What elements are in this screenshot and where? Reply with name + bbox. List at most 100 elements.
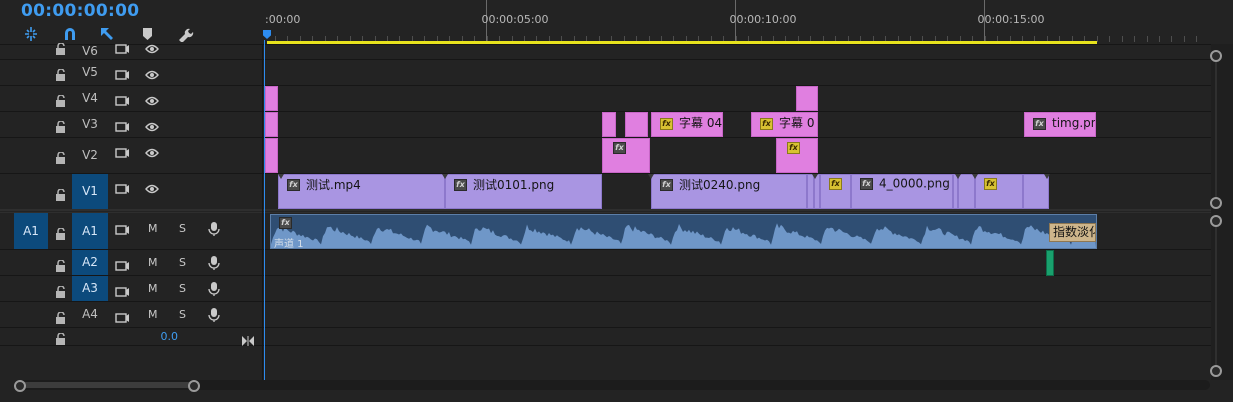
fx-badge: fx bbox=[829, 177, 842, 190]
image-clip[interactable]: fx 测试0101.png bbox=[445, 174, 602, 209]
video-scroll-knob-bottom[interactable] bbox=[1210, 197, 1222, 209]
graphic-clip[interactable] bbox=[602, 112, 616, 137]
solo-button[interactable]: S bbox=[179, 308, 186, 321]
toggle-sync-lock-icon[interactable] bbox=[115, 257, 129, 271]
zoom-knob-left[interactable] bbox=[14, 380, 26, 392]
lock-icon[interactable] bbox=[54, 283, 68, 298]
lock-icon[interactable] bbox=[54, 118, 68, 133]
image-clip[interactable]: fx 测试0240.png bbox=[651, 174, 807, 209]
track-header-master: 0.0 bbox=[0, 328, 263, 346]
go-to-end-icon[interactable] bbox=[242, 331, 254, 346]
graphic-clip[interactable] bbox=[625, 112, 648, 137]
graphic-clip[interactable] bbox=[265, 86, 278, 111]
fx-badge: fx bbox=[279, 217, 292, 229]
toggle-sync-lock-icon[interactable] bbox=[115, 144, 129, 158]
eye-visibility-icon[interactable] bbox=[145, 118, 159, 132]
lock-icon[interactable] bbox=[54, 186, 68, 201]
microphone-icon[interactable] bbox=[207, 281, 221, 296]
toggle-sync-lock-icon[interactable] bbox=[115, 221, 129, 235]
video-scrollbar-track[interactable] bbox=[1215, 60, 1217, 200]
track-label-a1[interactable]: A1 bbox=[72, 213, 108, 249]
zoom-knob-right[interactable] bbox=[188, 380, 200, 392]
ruler-label: 00:00:10:00 bbox=[729, 13, 797, 26]
solo-button[interactable]: S bbox=[179, 256, 186, 269]
track-label-v4[interactable]: V4 bbox=[72, 90, 108, 107]
toggle-sync-lock-icon[interactable] bbox=[115, 309, 129, 323]
audio-clip-small[interactable] bbox=[1046, 250, 1054, 276]
track-label-a2[interactable]: A2 bbox=[72, 250, 108, 275]
image-clip[interactable]: fx bbox=[820, 174, 851, 209]
lock-icon[interactable] bbox=[54, 92, 68, 107]
ruler-minor-tick bbox=[1159, 36, 1160, 42]
graphic-clip[interactable] bbox=[265, 138, 278, 173]
subtitle-clip[interactable]: fx 字幕 0 bbox=[751, 112, 818, 137]
track-label-v5[interactable]: V5 bbox=[72, 64, 108, 81]
toggle-sync-lock-icon[interactable] bbox=[115, 180, 129, 194]
video-scroll-knob-top[interactable] bbox=[1210, 50, 1222, 62]
mute-button[interactable]: M bbox=[148, 282, 158, 295]
audio-scrollbar-track[interactable] bbox=[1215, 225, 1217, 365]
audio-transition[interactable]: 指数淡化 bbox=[1049, 223, 1096, 242]
microphone-icon[interactable] bbox=[207, 255, 221, 270]
eye-visibility-icon[interactable] bbox=[145, 40, 159, 54]
solo-button[interactable]: S bbox=[179, 282, 186, 295]
image-clip[interactable]: fx 4_0000.png bbox=[851, 174, 953, 209]
track-label-v3[interactable]: V3 bbox=[72, 116, 108, 133]
track-label-a3[interactable]: A3 bbox=[72, 276, 108, 301]
lock-icon[interactable] bbox=[54, 330, 68, 345]
image-clip[interactable]: fx timg.png bbox=[1024, 112, 1096, 137]
graphic-clip[interactable]: fx bbox=[776, 138, 818, 173]
subtitle-clip[interactable]: fx 字幕 04 bbox=[651, 112, 723, 137]
graphic-clip[interactable]: fx bbox=[602, 138, 650, 173]
image-clip[interactable] bbox=[958, 174, 975, 209]
audio-scroll-knob-bottom[interactable] bbox=[1210, 365, 1222, 377]
clip-name: 字幕 04 bbox=[679, 116, 723, 130]
track-header-v5: V5 bbox=[0, 60, 263, 85]
mute-button[interactable]: M bbox=[148, 222, 158, 235]
lock-icon[interactable] bbox=[54, 309, 68, 324]
clip-name: 测试.mp4 bbox=[306, 178, 361, 192]
track-header-a3: A3 M S bbox=[0, 276, 263, 301]
graphic-clip[interactable] bbox=[796, 86, 818, 111]
horizontal-scroll-thumb[interactable] bbox=[20, 382, 194, 388]
track-header-v1: V1 bbox=[0, 174, 263, 209]
eye-visibility-icon[interactable] bbox=[145, 144, 159, 158]
graphic-clip[interactable] bbox=[265, 112, 278, 137]
mute-button[interactable]: M bbox=[148, 256, 158, 269]
track-label-v1[interactable]: V1 bbox=[72, 174, 108, 209]
toggle-sync-lock-icon[interactable] bbox=[115, 40, 129, 54]
ruler-minor-tick bbox=[1147, 36, 1148, 42]
clip-name: 4_0000.png bbox=[879, 176, 950, 191]
track-label-v6[interactable]: V6 bbox=[72, 43, 108, 59]
solo-button[interactable]: S bbox=[179, 222, 186, 235]
eye-visibility-icon[interactable] bbox=[145, 66, 159, 80]
track-label-a4[interactable]: A4 bbox=[72, 306, 108, 323]
eye-visibility-icon[interactable] bbox=[145, 92, 159, 106]
lock-icon[interactable] bbox=[54, 149, 68, 164]
eye-visibility-icon[interactable] bbox=[145, 180, 159, 194]
source-patch-a1[interactable]: A1 bbox=[14, 213, 48, 249]
lock-icon[interactable] bbox=[54, 257, 68, 272]
track-label-v2[interactable]: V2 bbox=[72, 147, 108, 164]
toggle-sync-lock-icon[interactable] bbox=[115, 283, 129, 297]
lock-icon[interactable] bbox=[54, 66, 68, 81]
audio-clip[interactable]: fx 声道 1 bbox=[270, 214, 1097, 250]
lock-icon[interactable] bbox=[54, 225, 68, 240]
image-clip[interactable] bbox=[807, 174, 814, 209]
image-clip[interactable]: fx bbox=[975, 174, 1023, 209]
microphone-icon[interactable] bbox=[207, 307, 221, 322]
toggle-sync-lock-icon[interactable] bbox=[115, 66, 129, 80]
toggle-sync-lock-icon[interactable] bbox=[115, 92, 129, 106]
video-clip[interactable]: fx 测试.mp4 bbox=[278, 174, 445, 209]
master-volume-value[interactable]: 0.0 bbox=[150, 330, 179, 343]
clip-name: 测试0240.png bbox=[679, 178, 761, 192]
work-area-bar[interactable] bbox=[267, 41, 1097, 44]
microphone-icon[interactable] bbox=[207, 221, 221, 236]
track-header-a4: A4 M S bbox=[0, 302, 263, 327]
lock-icon[interactable] bbox=[54, 40, 68, 55]
image-clip[interactable] bbox=[1023, 174, 1049, 209]
audio-channel-label: 声道 1 bbox=[274, 239, 304, 250]
mute-button[interactable]: M bbox=[148, 308, 158, 321]
toggle-sync-lock-icon[interactable] bbox=[115, 118, 129, 132]
audio-scroll-knob-top[interactable] bbox=[1210, 215, 1222, 227]
